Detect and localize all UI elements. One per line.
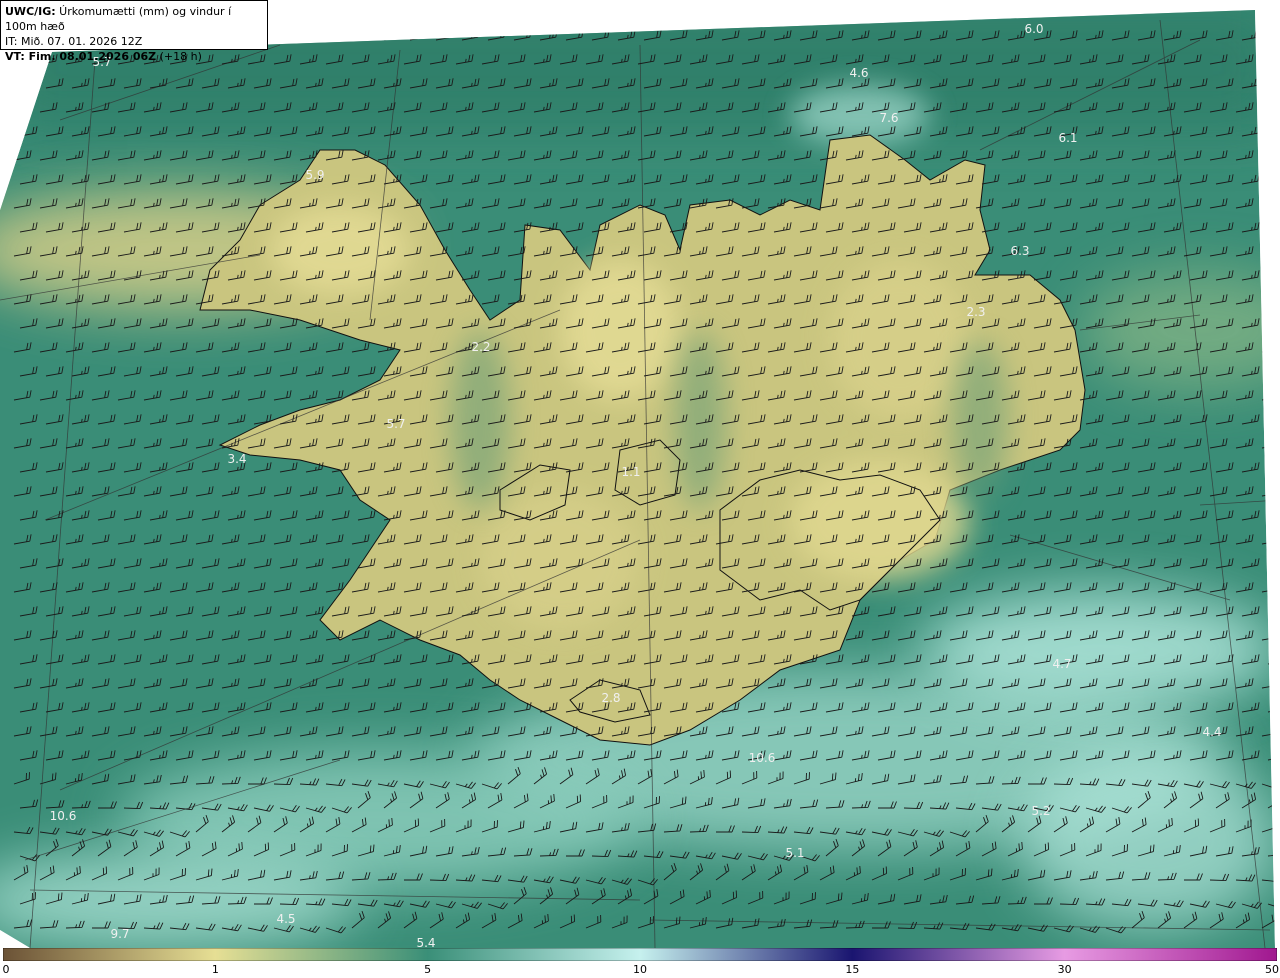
wind-barb xyxy=(383,30,402,41)
map-label: 7.6 xyxy=(879,111,898,125)
map-label: 1.1 xyxy=(621,465,640,479)
colorbar-tick-label: 10 xyxy=(633,963,647,976)
map-label: 2.8 xyxy=(601,691,620,705)
colorbar-gradient xyxy=(3,948,1277,961)
wind-barb xyxy=(409,30,428,41)
map-label: 6.0 xyxy=(1024,22,1043,36)
colorbar-tick-label: 30 xyxy=(1057,963,1072,976)
map-label: 3.4 xyxy=(227,452,246,466)
header-product-line: UWC/IG: Úrkomumætti (mm) og vindur í 100… xyxy=(5,5,232,33)
map-label: 2.2 xyxy=(471,340,490,354)
map-label: 5.7 xyxy=(386,417,405,431)
colorbar-tick-label: 1 xyxy=(211,963,219,976)
header-init-time: IT: Mið. 07. 01. 2026 12Z xyxy=(5,35,143,48)
map-label: 5.2 xyxy=(1031,804,1050,818)
forecast-map: 6.0 5.7 4.6 7.6 6.1 5.9 6.3 2.3 2.2 5.7 … xyxy=(0,0,1280,948)
map-label: 4.4 xyxy=(1202,725,1221,739)
wind-barb xyxy=(357,30,376,41)
map-label: 5.4 xyxy=(416,936,435,948)
map-label: 9.7 xyxy=(110,927,129,941)
map-label: 2.3 xyxy=(966,305,985,319)
map-label: 4.5 xyxy=(276,912,295,926)
wind-barb xyxy=(279,30,298,41)
colorbar-tick-label: 50 xyxy=(1265,963,1279,976)
colorbar-tick-label: 0 xyxy=(2,963,10,976)
colorbar: 0 1 5 10 15 30 50 xyxy=(0,948,1280,978)
colorbar-tick-label: 5 xyxy=(424,963,432,976)
map-label: 5.9 xyxy=(305,168,324,182)
wind-barb xyxy=(331,30,350,41)
map-label: 10.6 xyxy=(749,751,776,765)
wind-barb xyxy=(305,30,324,41)
map-label: 4.6 xyxy=(849,66,868,80)
map-label: 4.7 xyxy=(1052,657,1071,671)
map-label: 5.1 xyxy=(785,846,804,860)
map-label: 6.1 xyxy=(1058,131,1077,145)
map-label: 6.3 xyxy=(1010,244,1029,258)
header-valid-time: VT: Fim. 08.01.2026 06Z (+18 h) xyxy=(5,50,202,63)
colorbar-tick-label: 15 xyxy=(845,963,860,976)
map-header: UWC/IG: Úrkomumætti (mm) og vindur í 100… xyxy=(0,0,268,63)
map-label: 10.6 xyxy=(50,809,77,823)
